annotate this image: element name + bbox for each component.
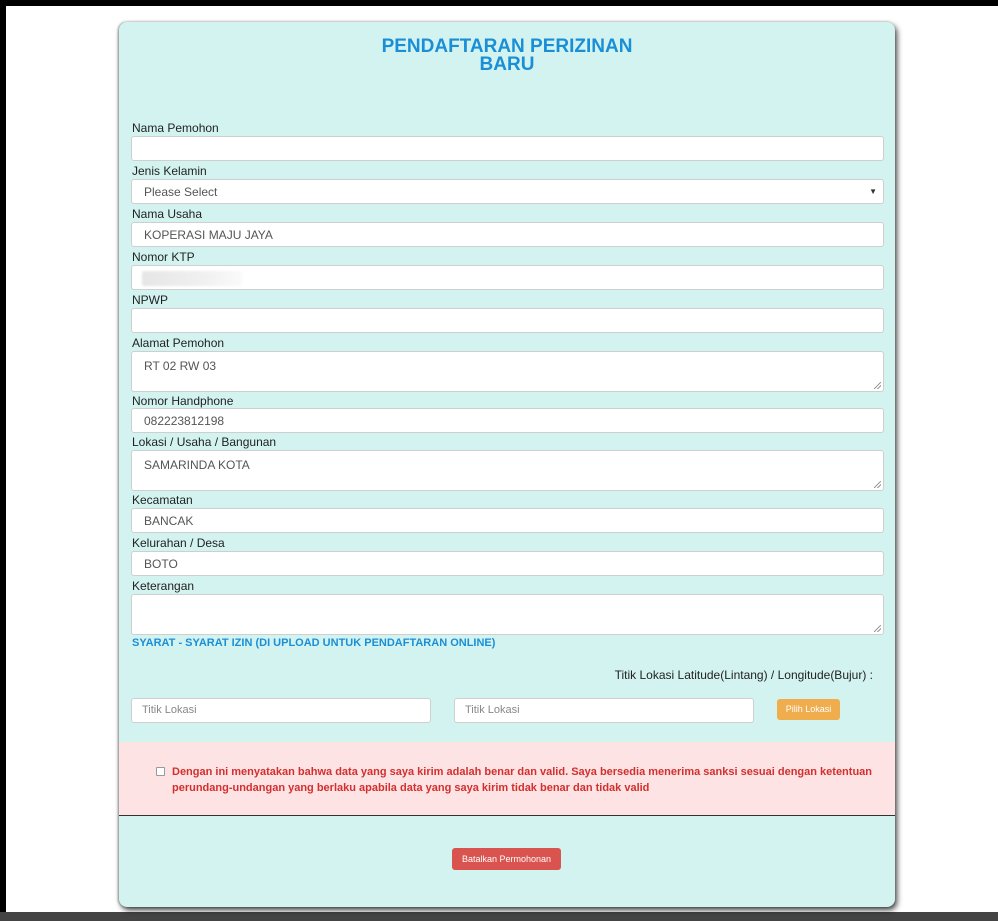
pilih-lokasi-button[interactable]: Pilih Lokasi [777, 699, 840, 720]
alamat-pemohon-value: RT 02 RW 03 [144, 359, 217, 373]
declaration-panel: Dengan ini menyatakan bahwa data yang sa… [119, 742, 895, 816]
alamat-pemohon-label: Alamat Pemohon [132, 336, 225, 350]
kecamatan-input[interactable]: BANCAK [131, 508, 884, 533]
npwp-label: NPWP [132, 293, 168, 307]
window-frame-left [0, 0, 6, 921]
resize-handle-icon[interactable] [874, 625, 881, 632]
lokasi-textarea[interactable]: SAMARINDA KOTA [131, 450, 884, 491]
titik-lokasi-label: Titik Lokasi Latitude(Lintang) / Longitu… [614, 668, 873, 682]
kecamatan-label: Kecamatan [132, 493, 193, 507]
chevron-down-icon: ▼ [869, 187, 877, 196]
resize-handle-icon[interactable] [874, 481, 881, 488]
jenis-kelamin-select[interactable]: Please Select ▼ [131, 179, 884, 204]
lokasi-value: SAMARINDA KOTA [144, 458, 250, 472]
keterangan-label: Keterangan [132, 579, 195, 593]
registration-form-card: PENDAFTARAN PERIZINAN BARU Nama Pemohon … [119, 22, 895, 907]
cancel-application-button[interactable]: Batalkan Permohonan [452, 848, 561, 870]
nomor-ktp-input[interactable] [131, 265, 884, 290]
nama-usaha-input[interactable]: KOPERASI MAJU JAYA [131, 222, 884, 247]
page-title-line2: BARU [479, 54, 535, 75]
lokasi-label: Lokasi / Usaha / Bangunan [132, 435, 277, 449]
nama-pemohon-label: Nama Pemohon [132, 121, 219, 135]
nama-usaha-label: Nama Usaha [132, 207, 203, 221]
npwp-input[interactable] [131, 308, 884, 333]
kelurahan-input[interactable]: BOTO [131, 551, 884, 576]
redacted-value [142, 271, 242, 286]
jenis-kelamin-selected-value: Please Select [144, 185, 218, 199]
page-title: PENDAFTARAN PERIZINAN BARU [119, 37, 895, 75]
nama-pemohon-input[interactable] [131, 136, 884, 161]
nomor-handphone-input[interactable]: 082223812198 [131, 408, 884, 433]
syarat-heading: SYARAT - SYARAT IZIN (DI UPLOAD UNTUK PE… [132, 637, 496, 649]
declaration-checkbox[interactable] [156, 767, 165, 776]
kelurahan-label: Kelurahan / Desa [132, 536, 225, 550]
keterangan-textarea[interactable] [131, 594, 884, 635]
resize-handle-icon[interactable] [874, 382, 881, 389]
nomor-handphone-label: Nomor Handphone [132, 394, 234, 408]
alamat-pemohon-textarea[interactable]: RT 02 RW 03 [131, 351, 884, 392]
window-frame-top [0, 0, 998, 6]
latitude-input[interactable]: Titik Lokasi [131, 698, 431, 723]
window-frame-bottom [0, 912, 998, 921]
declaration-text: Dengan ini menyatakan bahwa data yang sa… [172, 766, 872, 794]
jenis-kelamin-label: Jenis Kelamin [132, 164, 207, 178]
longitude-input[interactable]: Titik Lokasi [454, 698, 754, 723]
nomor-ktp-label: Nomor KTP [132, 250, 195, 264]
